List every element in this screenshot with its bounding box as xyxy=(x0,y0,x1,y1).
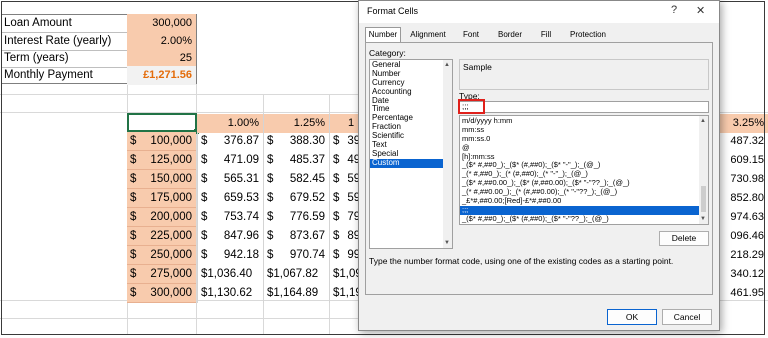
tab-font[interactable]: Font xyxy=(457,28,485,41)
tab-border[interactable]: Border xyxy=(492,28,528,41)
format-item[interactable]: _£*#,##0.00;[Red]-£*#,##0.00 xyxy=(460,196,708,206)
category-item[interactable]: Custom xyxy=(370,158,452,168)
ok-button[interactable]: OK xyxy=(607,309,657,325)
tab-alignment[interactable]: Alignment xyxy=(405,28,451,41)
tab-protection[interactable]: Protection xyxy=(565,28,611,41)
format-item[interactable]: @ xyxy=(460,143,708,153)
tab-number[interactable]: Number xyxy=(365,27,401,43)
hint-text: Type the number format code, using one o… xyxy=(369,256,674,266)
type-input[interactable]: ;;; xyxy=(459,101,709,113)
scroll-up-icon[interactable]: ▲ xyxy=(700,118,706,124)
category-list[interactable]: General Number Currency Accounting Date Time P… xyxy=(369,59,453,249)
format-item[interactable]: _($* #,##0_);_($* (#,##0);_($* "-"??_);_… xyxy=(460,214,708,224)
format-cells-dialog: Format Cells ? ✕ Number Alignment Font B… xyxy=(358,0,720,331)
cancel-button[interactable]: Cancel xyxy=(662,309,712,325)
format-item[interactable]: mm:ss.0 xyxy=(460,134,708,144)
scroll-down-icon[interactable]: ▼ xyxy=(700,216,706,222)
number-tab-panel: Category: General Number Currency Accountin… xyxy=(365,42,713,295)
format-list[interactable]: m/d/yyyy h:mm mm:ss mm:ss.0 @ [h]:mm:ss _($* … xyxy=(459,115,709,225)
sample-group: Sample xyxy=(459,59,709,90)
dialog-titlebar: Format Cells ? ✕ xyxy=(359,1,719,23)
delete-button[interactable]: Delete xyxy=(659,231,709,246)
format-item[interactable]: m/d/yyyy h:mm xyxy=(460,116,708,126)
sample-label: Sample xyxy=(463,62,492,72)
category-scrollbar[interactable]: ▲ ▼ xyxy=(443,60,452,248)
scroll-down-icon[interactable]: ▼ xyxy=(444,240,450,246)
tab-fill[interactable]: Fill xyxy=(533,28,559,41)
scroll-up-icon[interactable]: ▲ xyxy=(444,62,450,68)
format-scroll-thumb[interactable] xyxy=(701,186,706,212)
close-icon[interactable]: ✕ xyxy=(696,4,705,17)
format-item[interactable]: mm:ss xyxy=(460,125,708,135)
category-label: Category: xyxy=(369,48,406,58)
dialog-title: Format Cells xyxy=(367,6,419,16)
format-scrollbar[interactable]: ▲ ▼ xyxy=(699,116,708,224)
help-icon[interactable]: ? xyxy=(671,4,677,16)
type-highlight-box xyxy=(458,99,485,114)
